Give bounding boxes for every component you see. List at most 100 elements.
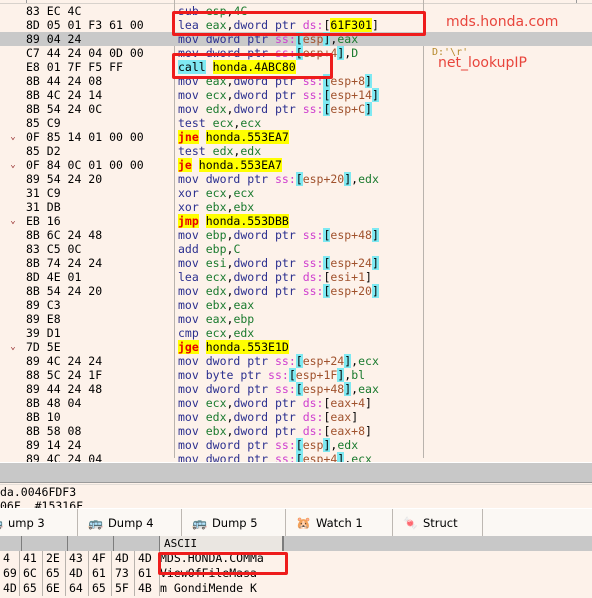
instruction-text: test ecx,ecx: [178, 116, 262, 130]
instruction-text: add ebp,C: [178, 242, 241, 256]
instruction-text: mov dword ptr ss:[esp+4],ecx: [178, 452, 422, 462]
hex-column-header[interactable]: [0, 536, 22, 551]
instruction-bytes: 88 5C 24 1F: [26, 368, 103, 382]
hex-byte: 5F: [112, 581, 135, 596]
hex-dump-row[interactable]: 69 6C 65 4D 61 73 61 ViewOfFileMasa: [0, 566, 283, 581]
hex-dump-rows[interactable]: 4 41 2E 43 4F 4D 4D MDS.HONDA.COMMa 69 6C 65 4D 61 73…: [0, 551, 283, 598]
instruction-text: mov dword ptr ss:[esp+48],eax: [178, 382, 379, 396]
instruction-bytes: 89 4C 24 24: [26, 354, 103, 368]
hex-ascii-cell: m GondiMende K: [160, 581, 257, 595]
instruction-row[interactable]: 89 14 24 mov dword ptr ss:[esp],edx: [0, 438, 592, 452]
hex-byte: 4B: [135, 581, 160, 596]
instruction-bytes: 8B 54 24 0C: [26, 102, 103, 116]
instruction-text: mov ebx,dword ptr ds:[eax+8]: [178, 424, 372, 438]
instruction-row[interactable]: 89 E8 mov eax,ebp: [0, 312, 592, 326]
instruction-bytes: 89 14 24: [26, 438, 82, 452]
instruction-row[interactable]: 8B 54 24 0C mov edx,dword ptr ss:[esp+C]: [0, 102, 592, 116]
instruction-text: lea eax,dword ptr ds:[61F301]: [178, 18, 379, 32]
instruction-row[interactable]: ⌄ 0F 85 14 01 00 00 jne honda.553EA7: [0, 130, 592, 144]
instruction-text: mov esi,dword ptr ss:[esp+24]: [178, 256, 379, 270]
instruction-row[interactable]: 8B 74 24 24 mov esi,dword ptr ss:[esp+24]: [0, 256, 592, 270]
instruction-row[interactable]: E8 01 7F F5 FF call honda.4ABC80 net_looku…: [0, 56, 592, 74]
instruction-row[interactable]: 85 D2 test edx,edx: [0, 144, 592, 158]
hex-dump-panel[interactable]: ASCII 4 41 2E 43 4F 4D 4D MDS.HONDA.COMMa 69 6C 65…: [0, 536, 592, 598]
tab-dump-5[interactable]: 🚌 Dump 5: [182, 509, 286, 536]
instruction-text: call honda.4ABC80: [178, 60, 296, 74]
instruction-text: mov ecx,dword ptr ss:[esp+14]: [178, 88, 379, 102]
instruction-row[interactable]: 8B 6C 24 48 mov ebp,dword ptr ss:[esp+48]: [0, 228, 592, 242]
tab-watch-1[interactable]: 🐹 Watch 1: [286, 509, 393, 536]
instruction-text: mov edx,dword ptr ss:[esp+C]: [178, 102, 372, 116]
hex-dump-row[interactable]: 4D 65 6E 64 65 5F 4B m GondiMende K: [0, 581, 283, 596]
instruction-row[interactable]: ⌄ 0F 84 0C 01 00 00 je honda.553EA7: [0, 158, 592, 172]
hex-column-header[interactable]: [22, 536, 68, 551]
instruction-row[interactable]: 83 C5 0C add ebp,C: [0, 242, 592, 256]
tab-label: Dump 4: [107, 515, 154, 530]
instruction-row[interactable]: 89 04 24 mov dword ptr ss:[esp],eax: [0, 32, 592, 46]
instruction-bytes: 8B 6C 24 48: [26, 228, 103, 242]
hex-dump-row[interactable]: 4 41 2E 43 4F 4D 4D MDS.HONDA.COMMa: [0, 551, 283, 566]
tab-dump-4[interactable]: 🚌 Dump 4: [78, 509, 182, 536]
instruction-bytes: EB 16: [26, 214, 61, 228]
hex-dump-empty-area: [283, 551, 592, 598]
instruction-bytes: 89 4C 24 04: [26, 452, 103, 462]
hex-byte: 6C: [20, 566, 43, 581]
hex-column-header[interactable]: [114, 536, 160, 551]
instruction-row[interactable]: 8B 4C 24 14 mov ecx,dword ptr ss:[esp+14]: [0, 88, 592, 102]
instruction-bytes: 83 EC 4C: [26, 4, 82, 18]
instruction-bytes: 8B 54 24 20: [26, 284, 103, 298]
instruction-row[interactable]: 89 54 24 20 mov dword ptr ss:[esp+20],edx: [0, 172, 592, 186]
instruction-text: jmp honda.553DBB: [178, 214, 289, 228]
instruction-bytes: 8D 05 01 F3 61 00: [26, 18, 144, 32]
panel-splitter[interactable]: [0, 462, 592, 483]
dump-tab-bar[interactable]: 🚌 ump 3 🚌 Dump 4 🚌 Dump 5 🐹 Watch 1 🍬 Struct: [0, 508, 592, 537]
instruction-row[interactable]: 8B 44 24 08 mov eax,dword ptr ss:[esp+8]: [0, 74, 592, 88]
comment-net-lookup: net_lookupIP: [438, 55, 528, 71]
tab-ump-3[interactable]: 🚌 ump 3: [0, 509, 78, 536]
instruction-text: lea ecx,dword ptr ds:[esi+1]: [178, 270, 372, 284]
instruction-text: mov ecx,dword ptr ds:[eax+4]: [178, 396, 372, 410]
instruction-bytes: 89 C3: [26, 298, 61, 312]
instruction-row[interactable]: 89 4C 24 04 mov dword ptr ss:[esp+4],ecx: [0, 452, 592, 462]
instruction-row[interactable]: 8B 54 24 20 mov edx,dword ptr ss:[esp+20]: [0, 284, 592, 298]
instruction-row[interactable]: 8D 4E 01 lea ecx,dword ptr ds:[esi+1]: [0, 270, 592, 284]
tab-bar-filler: [483, 509, 592, 536]
instruction-row[interactable]: 89 4C 24 24 mov dword ptr ss:[esp+24],ecx: [0, 354, 592, 368]
instruction-bytes: 8D 4E 01: [26, 270, 82, 284]
instruction-bytes: C7 44 24 04 0D 00: [26, 46, 144, 60]
instruction-row[interactable]: 31 DB xor ebx,ebx: [0, 200, 592, 214]
instruction-list[interactable]: 83 EC 4C sub esp,4C 8D 05 01 F3 61 00 lea e…: [0, 4, 592, 462]
instruction-row[interactable]: 8B 10 mov edx,dword ptr ds:[eax]: [0, 410, 592, 424]
instruction-row[interactable]: 89 C3 mov ebx,eax: [0, 298, 592, 312]
hex-byte: 65: [20, 581, 43, 596]
instruction-row[interactable]: ⌄ EB 16 jmp honda.553DBB: [0, 214, 592, 228]
tab-label: Watch 1: [315, 515, 363, 530]
struct-icon: 🍬: [403, 515, 418, 530]
instruction-row[interactable]: 88 5C 24 1F mov byte ptr ss:[esp+1F],bl: [0, 368, 592, 382]
instruction-row[interactable]: 8B 58 08 mov ebx,dword ptr ds:[eax+8]: [0, 424, 592, 438]
hex-byte: 4D: [112, 551, 135, 566]
disassembly-panel[interactable]: 83 EC 4C sub esp,4C 8D 05 01 F3 61 00 lea e…: [0, 0, 592, 462]
hex-byte: 6E: [43, 581, 66, 596]
instruction-bytes: 8B 10: [26, 410, 61, 424]
instruction-row[interactable]: 8B 48 04 mov ecx,dword ptr ds:[eax+4]: [0, 396, 592, 410]
info-panel: da.0046FDF3 06F #15316F: [0, 482, 592, 513]
hex-byte: 4D: [66, 566, 89, 581]
instruction-bytes: 7D 5E: [26, 340, 61, 354]
instruction-row[interactable]: 8D 05 01 F3 61 00 lea eax,dword ptr ds:[6…: [0, 15, 592, 32]
instruction-row[interactable]: ⌄ 7D 5E jge honda.553E1D: [0, 340, 592, 354]
instruction-row[interactable]: 31 C9 xor ecx,ecx: [0, 186, 592, 200]
tab-struct[interactable]: 🍬 Struct: [393, 509, 483, 536]
instruction-row[interactable]: 89 44 24 48 mov dword ptr ss:[esp+48],eax: [0, 382, 592, 396]
hex-column-header-ascii[interactable]: ASCII: [160, 536, 283, 551]
instruction-bytes: 8B 4C 24 14: [26, 88, 103, 102]
hex-byte: 73: [112, 566, 135, 581]
hex-column-header[interactable]: [68, 536, 114, 551]
instruction-row[interactable]: 39 D1 cmp ecx,edx: [0, 326, 592, 340]
dump-icon: 🚌: [88, 515, 103, 530]
instruction-row[interactable]: 85 C9 test ecx,ecx: [0, 116, 592, 130]
instruction-text: mov dword ptr ss:[esp+4],D: [178, 46, 359, 60]
dump-icon: 🚌: [192, 515, 207, 530]
hex-dump-header[interactable]: ASCII: [0, 536, 592, 551]
instruction-text: je honda.553EA7: [178, 158, 282, 172]
